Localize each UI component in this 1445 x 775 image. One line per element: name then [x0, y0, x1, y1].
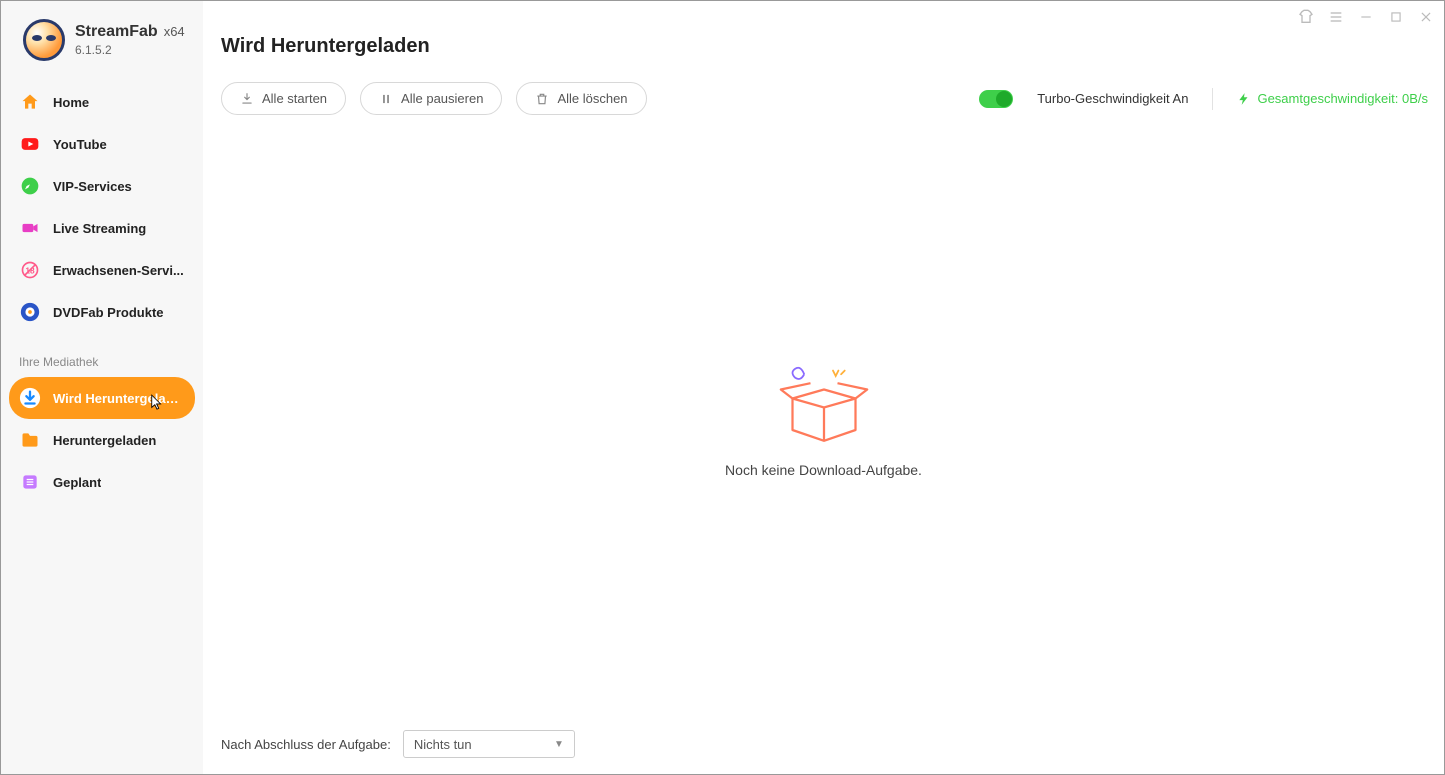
speed-indicator: Gesamtgeschwindigkeit: 0B/s — [1237, 91, 1428, 106]
sidebar-item-youtube[interactable]: YouTube — [9, 123, 195, 165]
maximize-button[interactable] — [1388, 9, 1404, 25]
sidebar-item-dvdfab[interactable]: DVDFab Produkte — [9, 291, 195, 333]
app-arch: x64 — [164, 24, 185, 39]
pause-all-button[interactable]: Alle pausieren — [360, 82, 502, 115]
button-label: Alle starten — [262, 91, 327, 106]
app-name: StreamFab — [75, 23, 158, 41]
adult-icon: 18 — [19, 259, 41, 281]
sidebar-item-label: Heruntergeladen — [53, 433, 156, 448]
sidebar-item-downloaded[interactable]: Heruntergeladen — [9, 419, 195, 461]
sidebar-item-live[interactable]: Live Streaming — [9, 207, 195, 249]
folder-icon — [19, 429, 41, 451]
close-button[interactable] — [1418, 9, 1434, 25]
delete-all-button[interactable]: Alle löschen — [516, 82, 646, 115]
empty-message: Noch keine Download-Aufgabe. — [725, 462, 922, 478]
app-title-block: StreamFab x64 6.1.5.2 — [75, 23, 185, 57]
window-controls — [1298, 9, 1434, 25]
content-area: Noch keine Download-Aufgabe. — [203, 115, 1444, 720]
turbo-toggle[interactable] — [979, 90, 1013, 108]
nav-library-list: Wird Heruntergeladen Heruntergeladen Gep… — [1, 377, 203, 503]
after-action-select[interactable]: Nichts tun ▼ — [403, 730, 575, 758]
sidebar: StreamFab x64 6.1.5.2 Home YouTube VIP-S… — [1, 1, 203, 774]
sidebar-item-label: VIP-Services — [53, 179, 132, 194]
nav-list: Home YouTube VIP-Services Live Streaming… — [1, 81, 203, 333]
pause-icon — [379, 92, 393, 106]
sidebar-item-label: DVDFab Produkte — [53, 305, 164, 320]
button-label: Alle pausieren — [401, 91, 483, 106]
shirt-icon[interactable] — [1298, 9, 1314, 25]
trash-icon — [535, 92, 549, 106]
select-value: Nichts tun — [414, 737, 472, 752]
sidebar-item-label: YouTube — [53, 137, 107, 152]
sidebar-item-label: Erwachsenen-Servi... — [53, 263, 184, 278]
empty-box-icon — [769, 358, 879, 448]
page-title: Wird Heruntergeladen — [203, 1, 1444, 58]
sidebar-item-downloading[interactable]: Wird Heruntergeladen — [9, 377, 195, 419]
after-action-label: Nach Abschluss der Aufgabe: — [221, 737, 391, 752]
app-logo-block: StreamFab x64 6.1.5.2 — [1, 19, 203, 81]
divider — [1212, 88, 1213, 110]
chevron-down-icon: ▼ — [554, 739, 564, 750]
sidebar-item-label: Geplant — [53, 475, 101, 490]
sidebar-item-label: Wird Heruntergeladen — [53, 391, 185, 406]
download-icon — [240, 92, 254, 106]
sidebar-item-label: Home — [53, 95, 89, 110]
main-area: Wird Heruntergeladen Alle starten Alle p… — [203, 1, 1444, 774]
turbo-label: Turbo-Geschwindigkeit An — [1037, 91, 1188, 106]
app-logo-icon — [23, 19, 65, 61]
toggle-knob — [996, 91, 1012, 107]
dvdfab-icon — [19, 301, 41, 323]
footer: Nach Abschluss der Aufgabe: Nichts tun ▼ — [203, 720, 1444, 774]
vip-icon — [19, 175, 41, 197]
sidebar-item-scheduled[interactable]: Geplant — [9, 461, 195, 503]
speed-text: Gesamtgeschwindigkeit: 0B/s — [1257, 91, 1428, 106]
sidebar-item-home[interactable]: Home — [9, 81, 195, 123]
sidebar-item-vip[interactable]: VIP-Services — [9, 165, 195, 207]
menu-icon[interactable] — [1328, 9, 1344, 25]
youtube-icon — [19, 133, 41, 155]
home-icon — [19, 91, 41, 113]
button-label: Alle löschen — [557, 91, 627, 106]
schedule-icon — [19, 471, 41, 493]
camera-icon — [19, 217, 41, 239]
sidebar-item-adult[interactable]: 18 Erwachsenen-Servi... — [9, 249, 195, 291]
app-version: 6.1.5.2 — [75, 43, 185, 57]
sidebar-section-title: Ihre Mediathek — [1, 333, 203, 377]
minimize-button[interactable] — [1358, 9, 1374, 25]
start-all-button[interactable]: Alle starten — [221, 82, 346, 115]
toolbar: Alle starten Alle pausieren Alle löschen… — [203, 58, 1444, 115]
sidebar-item-label: Live Streaming — [53, 221, 146, 236]
bolt-icon — [1237, 92, 1251, 106]
download-icon — [19, 387, 41, 409]
